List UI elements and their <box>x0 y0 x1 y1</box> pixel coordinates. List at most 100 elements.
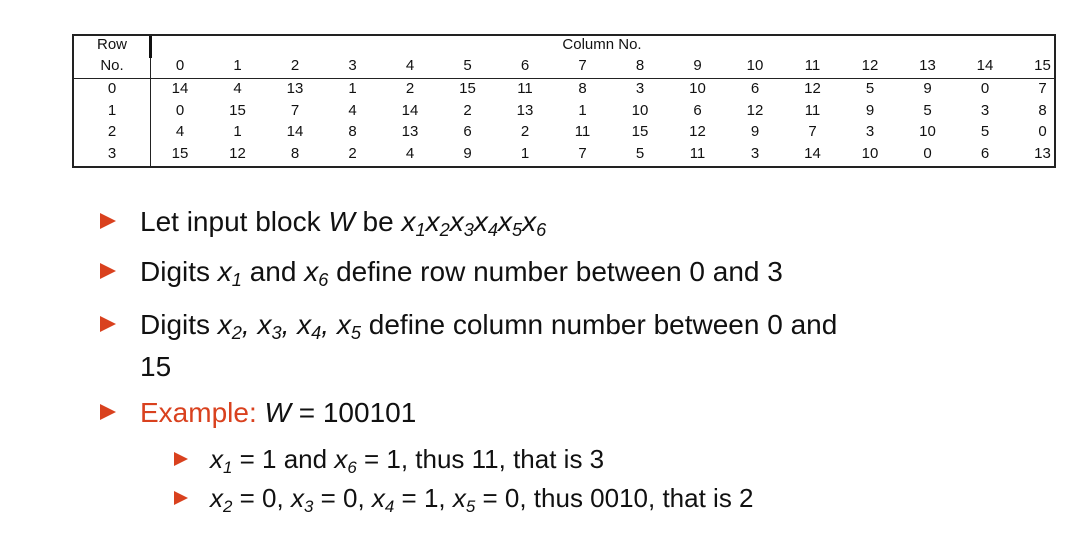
table-cell: 2 <box>348 144 357 162</box>
table-cell: 3 <box>865 123 875 140</box>
table-cell: 0 <box>1038 123 1047 140</box>
table-cell: 4 <box>233 80 242 97</box>
table-cell: 10 <box>919 123 936 140</box>
column-number: 1 <box>233 57 242 74</box>
column-number: 6 <box>520 57 530 74</box>
column-number: 14 <box>976 57 994 74</box>
bullet-column-digits: Digits x2, x3, x4, x5 define column numb… <box>100 308 837 384</box>
table-cell: 4 <box>348 101 357 119</box>
column-number: 10 <box>746 57 764 74</box>
table-cell: 7 <box>1038 80 1047 97</box>
table-cell: 3 <box>750 144 760 162</box>
column-number: 9 <box>693 57 702 74</box>
table-cell: 9 <box>923 80 932 97</box>
table-cell: 8 <box>578 80 587 97</box>
text: define row number between 0 and 3 <box>328 256 783 287</box>
subbullet-column-example: x2 = 0, x3 = 0, x4 = 1, x5 = 0, thus 001… <box>174 482 754 523</box>
table-cell: 11 <box>574 123 591 140</box>
table-cell: 8 <box>348 123 357 140</box>
bullet-triangle-icon <box>100 213 116 229</box>
table-cell: 12 <box>804 80 821 97</box>
vars-x2-x5: x2, x3, x4, x5 <box>217 309 361 343</box>
table-cell: 14 <box>171 80 189 97</box>
table-cell: 4 <box>405 144 415 162</box>
table-cell: 2 <box>520 123 530 140</box>
table-cell: 2 <box>463 101 472 119</box>
text: = 100101 <box>290 397 417 428</box>
table-cell: 3 <box>980 101 990 119</box>
table-cell: 1 <box>348 80 357 97</box>
table-cell: 1 <box>520 144 530 162</box>
text: = 1, thus 11, that is 3 <box>356 444 605 474</box>
table-cell: 14 <box>286 123 304 140</box>
column-number: 13 <box>919 57 936 74</box>
column-number: 3 <box>348 57 357 74</box>
table-cell: 9 <box>750 123 760 140</box>
text: Digits <box>140 256 218 287</box>
table-cell: 9 <box>463 144 472 162</box>
bullet-triangle-icon <box>100 404 116 420</box>
column-number: 7 <box>578 57 587 74</box>
table-cell: 10 <box>631 101 649 119</box>
var-x1: x1 <box>210 444 233 477</box>
text: define column number between 0 and <box>360 309 838 340</box>
table-cell: 11 <box>689 144 706 162</box>
table-cell: 13 <box>1034 144 1051 162</box>
table-cell: 15 <box>631 123 649 140</box>
table-cell: 14 <box>401 101 419 119</box>
table-cell: 4 <box>175 123 185 140</box>
row-header-line1: Row <box>96 36 127 53</box>
table-cell: 6 <box>463 123 472 140</box>
text: and <box>241 256 305 287</box>
table-cell: 8 <box>1038 101 1047 119</box>
table-cell: 15 <box>171 144 189 162</box>
table-cell: 10 <box>689 80 706 97</box>
column-number: 0 <box>175 57 185 74</box>
text: be <box>354 206 402 237</box>
table-cell: 12 <box>689 123 706 140</box>
table-cell: 5 <box>865 80 875 97</box>
row-number: 2 <box>107 123 117 140</box>
table-cell: 8 <box>290 144 300 162</box>
table-cell: 5 <box>635 144 645 162</box>
bullet-input-block: Let input block W be x1x2x3x4x5x6 <box>100 205 546 247</box>
var-w: W <box>328 206 355 237</box>
table-cell: 6 <box>750 80 760 97</box>
row-header-line2: No. <box>100 57 124 74</box>
column-number: 2 <box>290 57 300 74</box>
row-number: 3 <box>107 144 117 162</box>
table-cell: 13 <box>516 101 534 119</box>
column-number: 11 <box>804 57 821 74</box>
bullet-triangle-icon <box>100 316 116 332</box>
table-cell: 7 <box>290 101 300 119</box>
text: Let input block <box>140 206 329 237</box>
column-number: 15 <box>1034 57 1051 74</box>
text: Digits <box>140 309 218 340</box>
example-label: Example: <box>140 397 265 428</box>
var-x6: x6 <box>334 444 357 477</box>
table-cell: 6 <box>980 144 990 162</box>
table-cell: 5 <box>923 101 932 119</box>
text: = 1 and <box>232 444 335 474</box>
table-cell: 2 <box>405 80 415 97</box>
table-cell: 11 <box>804 101 821 119</box>
table-cell: 7 <box>578 144 587 162</box>
table-cell: 15 <box>459 80 476 97</box>
table-cell: 12 <box>746 101 764 119</box>
row-number: 0 <box>107 80 117 97</box>
table-cell: 9 <box>865 101 875 119</box>
var-x1: x1 <box>217 256 242 290</box>
bullet-triangle-icon <box>174 491 188 505</box>
var-x6: x6 <box>304 256 329 290</box>
text: 15 <box>140 351 172 382</box>
row-number: 1 <box>107 101 117 119</box>
text: x2 = 0, x3 = 0, x4 = 1, x5 = 0, thus 001… <box>210 483 754 516</box>
table-cell: 12 <box>229 144 246 162</box>
table-cell: 0 <box>980 80 990 97</box>
var-w: W <box>264 397 291 428</box>
table-cell: 0 <box>923 144 932 162</box>
table-cell: 11 <box>517 80 533 97</box>
bullet-row-digits: Digits x1 and x6 define row number betwe… <box>100 255 783 297</box>
table-cell: 14 <box>804 144 821 162</box>
bullet-triangle-icon <box>174 452 188 466</box>
